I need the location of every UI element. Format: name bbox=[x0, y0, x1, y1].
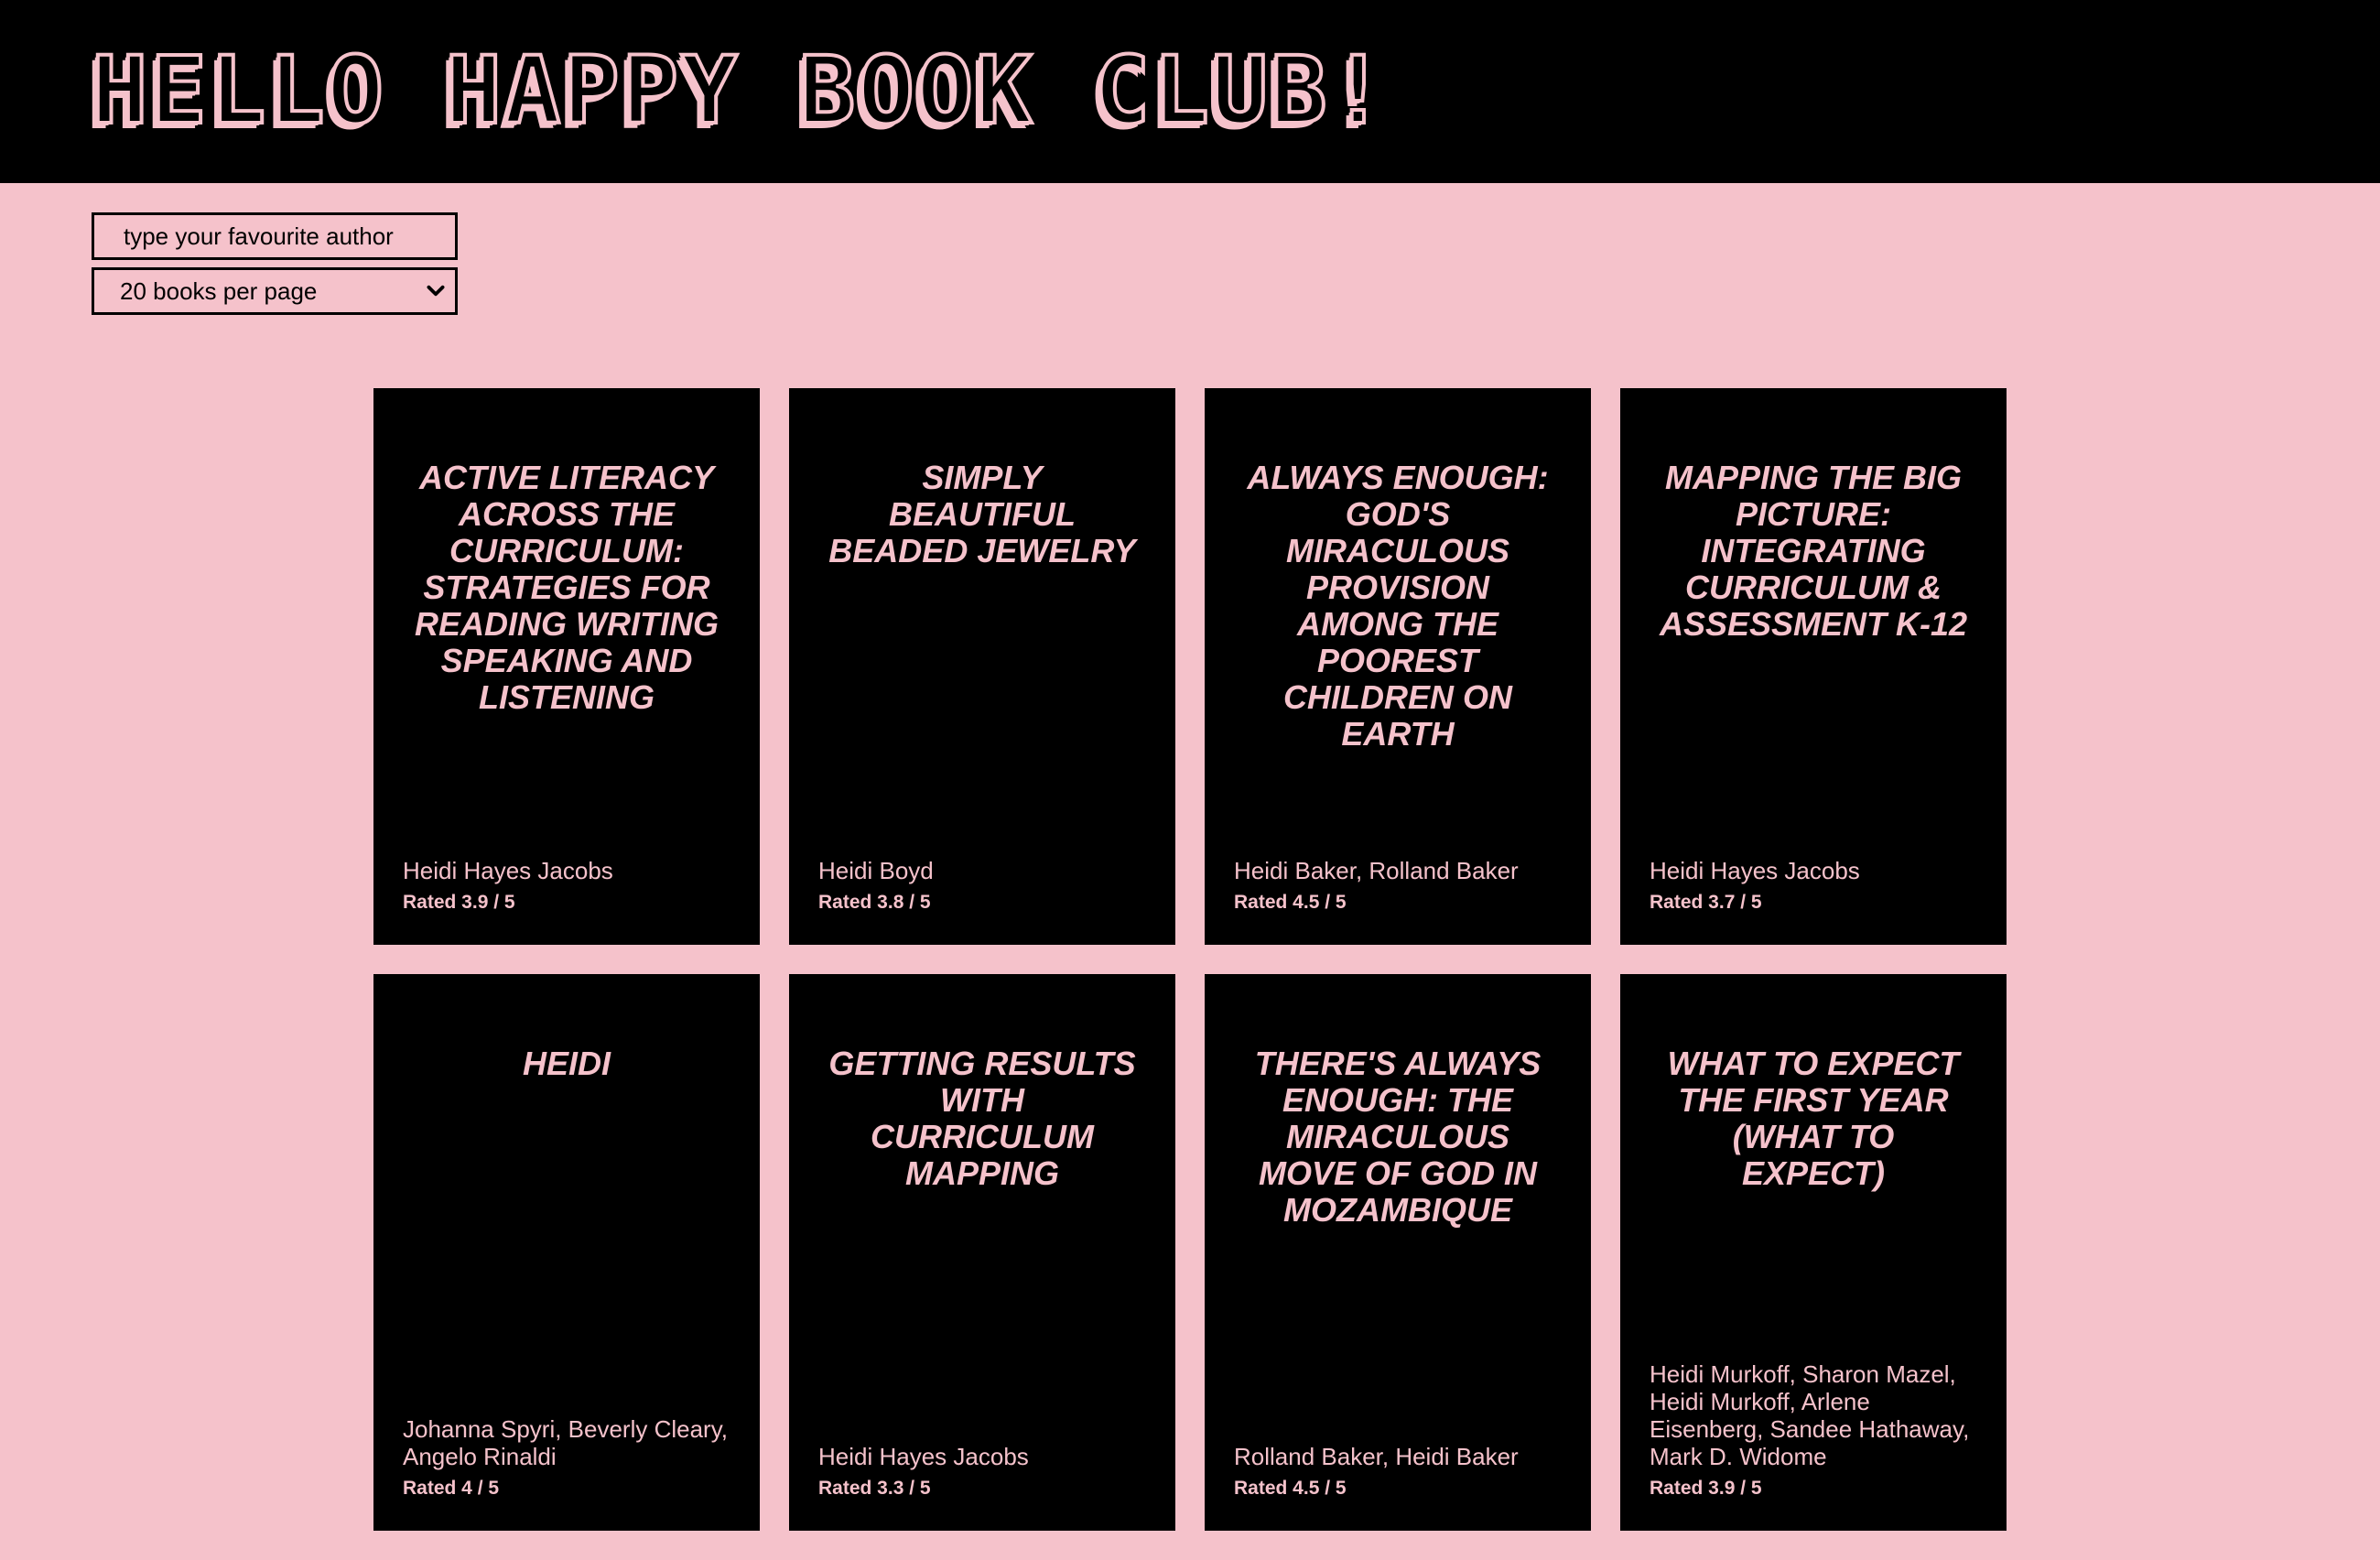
book-author: Rolland Baker, Heidi Baker bbox=[1234, 1443, 1519, 1470]
book-rating: Rated 4.5 / 5 bbox=[1234, 892, 1347, 913]
book-title: HEIDI bbox=[522, 1045, 611, 1082]
book-rating: Rated 4 / 5 bbox=[403, 1478, 500, 1499]
book-grid: ACTIVE LITERACY ACROSS THE CURRICULUM: S… bbox=[373, 388, 2007, 1531]
books-per-page-select[interactable]: 20 books per page bbox=[92, 267, 458, 315]
book-title: ACTIVE LITERACY ACROSS THE CURRICULUM: S… bbox=[415, 459, 719, 716]
book-author: Heidi Murkoff, Sharon Mazel, Heidi Murko… bbox=[1650, 1360, 1970, 1470]
book-card[interactable]: ALWAYS ENOUGH: GOD'S MIRACULOUS PROVISIO… bbox=[1205, 388, 1591, 945]
book-rating: Rated 3.3 / 5 bbox=[818, 1478, 931, 1499]
book-author: Heidi Baker, Rolland Baker bbox=[1234, 857, 1519, 884]
book-rating: Rated 3.9 / 5 bbox=[1650, 1478, 1762, 1499]
book-card[interactable]: ACTIVE LITERACY ACROSS THE CURRICULUM: S… bbox=[373, 388, 760, 945]
book-card-footer: Heidi Hayes Jacobs Rated 3.3 / 5 bbox=[818, 1443, 1146, 1501]
book-rating: Rated 3.9 / 5 bbox=[403, 892, 515, 913]
book-author: Heidi Hayes Jacobs bbox=[403, 857, 613, 884]
header-bar: HELLO HAPPY BOOK CLUB! bbox=[0, 0, 2380, 183]
page-title: HELLO HAPPY BOOK CLUB! bbox=[90, 37, 1390, 146]
book-card-footer: Johanna Spyri, Beverly Cleary, Angelo Ri… bbox=[403, 1415, 730, 1501]
book-card-footer: Heidi Baker, Rolland Baker Rated 4.5 / 5 bbox=[1234, 857, 1562, 915]
book-card-footer: Heidi Hayes Jacobs Rated 3.9 / 5 bbox=[403, 857, 730, 915]
book-card-footer: Rolland Baker, Heidi Baker Rated 4.5 / 5 bbox=[1234, 1443, 1562, 1501]
book-rating: Rated 3.7 / 5 bbox=[1650, 892, 1762, 913]
book-title: THERE'S ALWAYS ENOUGH: THE MIRACULOUS MO… bbox=[1254, 1045, 1542, 1229]
book-card[interactable]: SIMPLY BEAUTIFUL BEADED JEWELRY Heidi Bo… bbox=[789, 388, 1175, 945]
book-title: MAPPING THE BIG PICTURE: INTEGRATING CUR… bbox=[1659, 459, 1968, 643]
book-author: Heidi Hayes Jacobs bbox=[818, 1443, 1029, 1470]
book-title: GETTING RESULTS WITH CURRICULUM MAPPING bbox=[828, 1045, 1136, 1192]
book-author: Heidi Hayes Jacobs bbox=[1650, 857, 1860, 884]
book-author: Heidi Boyd bbox=[818, 857, 934, 884]
chevron-down-icon bbox=[427, 285, 445, 297]
book-card-footer: Heidi Boyd Rated 3.8 / 5 bbox=[818, 857, 1146, 915]
book-author: Johanna Spyri, Beverly Cleary, Angelo Ri… bbox=[403, 1415, 729, 1470]
controls: 20 books per page bbox=[92, 212, 458, 315]
book-card-footer: Heidi Murkoff, Sharon Mazel, Heidi Murko… bbox=[1650, 1360, 1977, 1501]
book-rating: Rated 3.8 / 5 bbox=[818, 892, 931, 913]
book-card[interactable]: WHAT TO EXPECT THE FIRST YEAR (WHAT TO E… bbox=[1620, 974, 2007, 1531]
book-title: WHAT TO EXPECT THE FIRST YEAR (WHAT TO E… bbox=[1667, 1045, 1960, 1192]
book-card-footer: Heidi Hayes Jacobs Rated 3.7 / 5 bbox=[1650, 857, 1977, 915]
book-title: ALWAYS ENOUGH: GOD'S MIRACULOUS PROVISIO… bbox=[1247, 459, 1549, 753]
book-rating: Rated 4.5 / 5 bbox=[1234, 1478, 1347, 1499]
book-card[interactable]: HEIDI Johanna Spyri, Beverly Cleary, Ang… bbox=[373, 974, 760, 1531]
books-per-page-value: 20 books per page bbox=[120, 277, 318, 305]
book-card[interactable]: GETTING RESULTS WITH CURRICULUM MAPPING … bbox=[789, 974, 1175, 1531]
book-card[interactable]: MAPPING THE BIG PICTURE: INTEGRATING CUR… bbox=[1620, 388, 2007, 945]
book-card[interactable]: THERE'S ALWAYS ENOUGH: THE MIRACULOUS MO… bbox=[1205, 974, 1591, 1531]
author-search-input[interactable] bbox=[92, 212, 458, 260]
book-title: SIMPLY BEAUTIFUL BEADED JEWELRY bbox=[828, 459, 1136, 569]
